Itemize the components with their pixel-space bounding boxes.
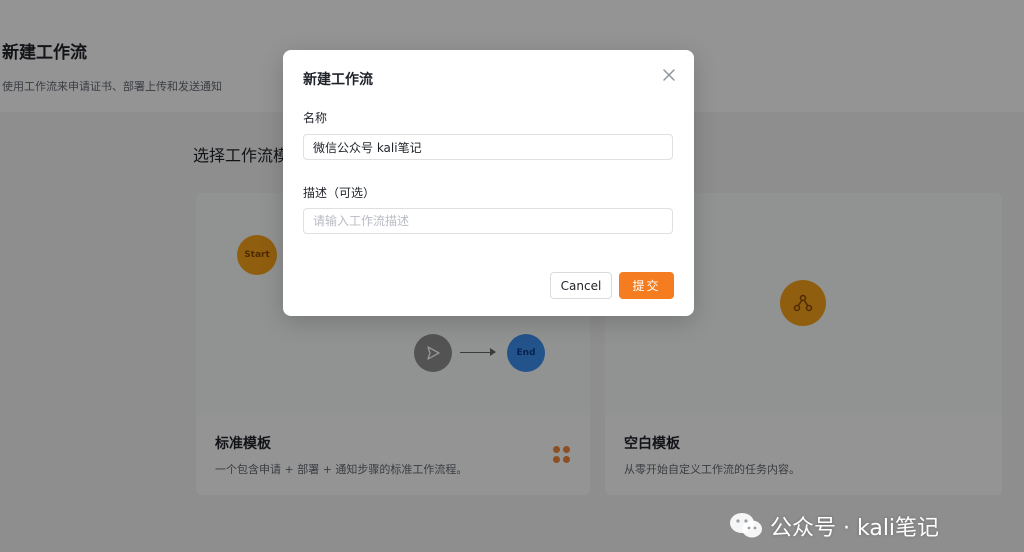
watermark: 公众号 · kali笔记 — [728, 510, 939, 542]
dialog-title: 新建工作流 — [303, 72, 373, 88]
create-workflow-dialog: 新建工作流 名称 描述（可选） Cancel 提交 — [283, 50, 694, 316]
description-label: 描述（可选） — [303, 186, 376, 200]
watermark-text: 公众号 · kali笔记 — [770, 516, 940, 541]
submit-button[interactable]: 提交 — [619, 272, 674, 299]
wechat-icon — [730, 513, 762, 538]
cancel-button[interactable]: Cancel — [550, 272, 612, 299]
name-input[interactable] — [303, 134, 673, 160]
name-label: 名称 — [303, 111, 328, 125]
close-icon[interactable] — [660, 66, 678, 84]
description-input[interactable] — [303, 208, 673, 234]
